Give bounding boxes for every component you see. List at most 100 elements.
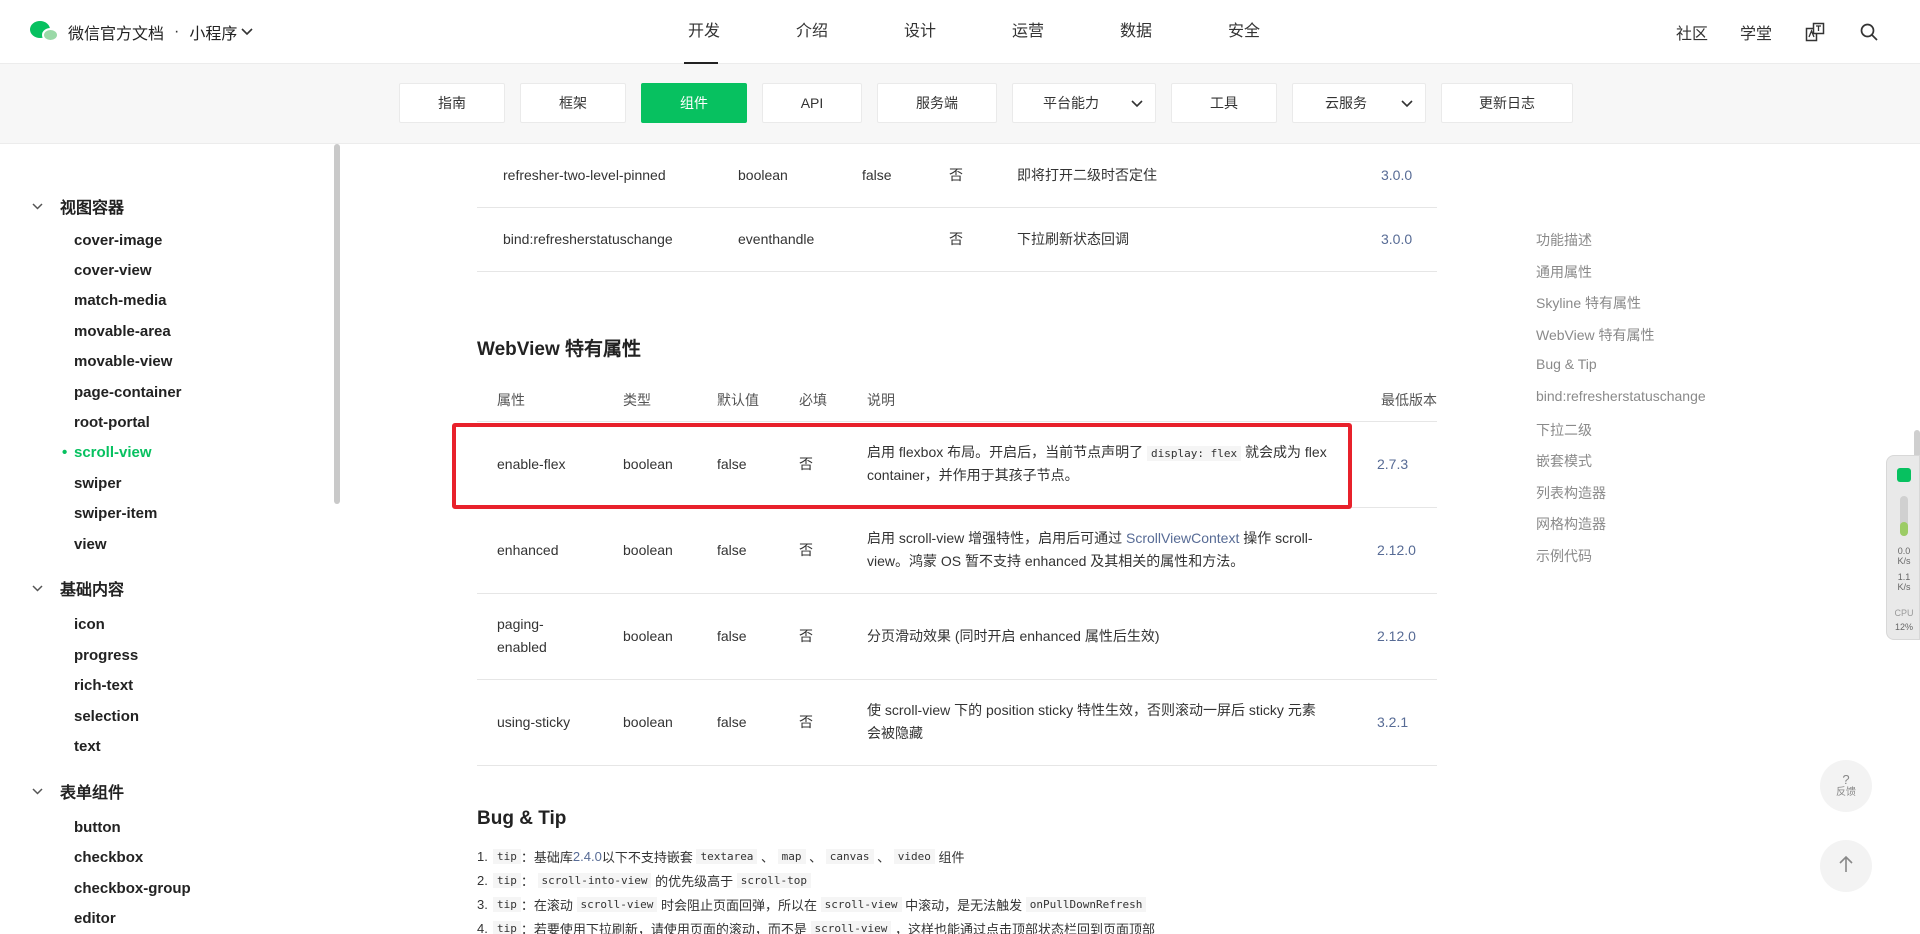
sidebar-group-basic-content[interactable]: 基础内容 [32,576,124,600]
inline-code: video [893,849,935,864]
desc-text: 启用 scroll-view 增强特性，启用后可通过 [867,530,1123,546]
th-prop: 属性 [497,392,525,408]
prop-type: boolean [623,628,673,644]
nav-item-design[interactable]: 设计 [866,0,974,64]
sidebar-item-swiper-item[interactable]: swiper-item [74,505,157,522]
th-desc: 说明 [867,392,895,408]
sidebar-group-label: 表单组件 [60,785,125,802]
academy-link[interactable]: 学堂 [1740,20,1772,44]
version-link[interactable]: 2.4.0 [573,849,602,864]
site-title[interactable]: 微信官方文档 [68,20,164,44]
sidebar-group-label: 视图容器 [60,200,125,217]
toc-item[interactable]: bind:refresherstatuschange [1536,388,1706,404]
toc-item[interactable]: 下拉二级 [1536,420,1592,440]
toc-item[interactable]: Skyline 特有属性 [1536,293,1641,313]
prop-version-link[interactable]: 2.7.3 [1377,453,1408,476]
feedback-button[interactable]: ? 反馈 [1820,760,1872,812]
sidebar-item-button[interactable]: button [74,819,121,836]
cpu-label: CPU [1894,608,1914,618]
toc-item[interactable]: 通用属性 [1536,262,1592,282]
sidebar-item-checkbox-group[interactable]: checkbox-group [74,880,191,897]
sidebar-item-cover-view[interactable]: cover-view [74,262,152,279]
translate-icon[interactable] [1804,21,1826,43]
toc-item[interactable]: 功能描述 [1536,230,1592,250]
prop-type: boolean [738,167,788,183]
sidebar-item-rich-text[interactable]: rich-text [74,677,133,694]
toc-item[interactable]: WebView 特有属性 [1536,325,1655,345]
net-up-unit: K/s [1897,582,1911,592]
sidebar-item-match-media[interactable]: match-media [74,292,167,309]
prop-version-link[interactable]: 3.0.0 [1381,228,1412,251]
inline-code: textarea [696,849,758,864]
table-header: 属性 类型 默认值 必填 说明 最低版本 [477,378,1437,422]
prop-type: eventhandle [738,231,815,247]
sidebar-item-selection[interactable]: selection [74,708,139,725]
toc-item[interactable]: Bug & Tip [1536,356,1597,372]
prop-name: refresher-two-level-pinned [503,167,666,183]
sidebar-item-root-portal[interactable]: root-portal [74,414,150,431]
prop-desc-line2: 会被隐藏 [867,725,923,741]
tip-text: ：在滚动 [520,898,573,913]
search-icon[interactable] [1858,21,1880,43]
nav-item-security[interactable]: 安全 [1190,0,1298,64]
chevron-down-icon [32,581,50,595]
toc-item[interactable]: 网格构造器 [1536,514,1606,534]
chevron-down-icon [32,199,50,213]
tab-tools[interactable]: 工具 [1171,83,1277,123]
nav-item-intro[interactable]: 介绍 [758,0,866,64]
tab-platform[interactable]: 平台能力 [1012,83,1156,123]
sub-navbar: 指南 框架 组件 API 服务端 平台能力 工具 云服务 更新日志 [0,64,1920,144]
sidebar-item-movable-view[interactable]: movable-view [74,353,172,370]
prop-name-line2: enabled [497,639,547,655]
sidebar-item-checkbox[interactable]: checkbox [74,849,143,866]
toc-item[interactable]: 列表构造器 [1536,483,1606,503]
nav-item-operation[interactable]: 运营 [974,0,1082,64]
sidebar-item-cover-image[interactable]: cover-image [74,232,162,249]
product-switcher[interactable]: 小程序 [189,20,253,44]
tab-framework[interactable]: 框架 [520,83,626,123]
community-link[interactable]: 社区 [1676,20,1708,44]
tab-guide[interactable]: 指南 [399,83,505,123]
nav-item-data[interactable]: 数据 [1082,0,1190,64]
sidebar-group-form[interactable]: 表单组件 [32,779,124,803]
toc-item[interactable]: 示例代码 [1536,546,1592,566]
tab-changelog[interactable]: 更新日志 [1441,83,1573,123]
back-to-top-button[interactable] [1820,840,1872,892]
chevron-down-icon [32,784,50,798]
inline-code: scroll-view [810,921,892,934]
inline-code: scroll-into-view [537,873,652,888]
sidebar-group-view-container[interactable]: 视图容器 [32,194,124,218]
tab-api[interactable]: API [762,83,862,123]
tip-text: ，这样也能通过点击顶部状态栏回到页面顶部 [895,922,1156,934]
sidebar-item-progress[interactable]: progress [74,647,138,664]
tip-label: tip [493,921,521,934]
sidebar-item-swiper[interactable]: swiper [74,475,122,492]
sidebar-item-movable-area[interactable]: movable-area [74,323,171,340]
prop-required: 否 [799,714,813,730]
chevron-down-icon [1131,97,1143,111]
sidebar-item-text[interactable]: text [74,738,101,755]
performance-monitor[interactable]: 0.0 K/s 1.1 K/s CPU 12% [1886,455,1920,640]
wechat-logo-icon[interactable] [30,19,60,45]
prop-default: false [717,714,747,730]
tab-cloud[interactable]: 云服务 [1292,83,1426,123]
sidebar-item-view[interactable]: view [74,536,107,553]
highlight-box [452,423,1352,509]
inline-code: onPullDownRefresh [1025,897,1147,912]
tip-item: 2. tip： scroll-into-view 的优先级高于 scroll-t… [477,871,811,890]
nav-item-develop[interactable]: 开发 [650,0,758,64]
sidebar-item-page-container[interactable]: page-container [74,384,182,401]
sidebar-item-editor[interactable]: editor [74,910,116,927]
sidebar-item-icon[interactable]: icon [74,616,105,633]
scrollviewcontext-link[interactable]: ScrollViewContext [1126,530,1239,546]
chevron-down-icon [241,25,253,39]
prop-version-link[interactable]: 2.12.0 [1377,539,1416,562]
tab-server[interactable]: 服务端 [877,83,997,123]
sidebar-item-scroll-view[interactable]: scroll-view [62,444,151,461]
prop-version-link[interactable]: 3.0.0 [1381,164,1412,187]
prop-version-link[interactable]: 2.12.0 [1377,625,1416,648]
tab-components[interactable]: 组件 [641,83,747,123]
prop-version-link[interactable]: 3.2.1 [1377,711,1408,734]
tab-cloud-label: 云服务 [1325,95,1367,111]
toc-item[interactable]: 嵌套模式 [1536,451,1592,471]
